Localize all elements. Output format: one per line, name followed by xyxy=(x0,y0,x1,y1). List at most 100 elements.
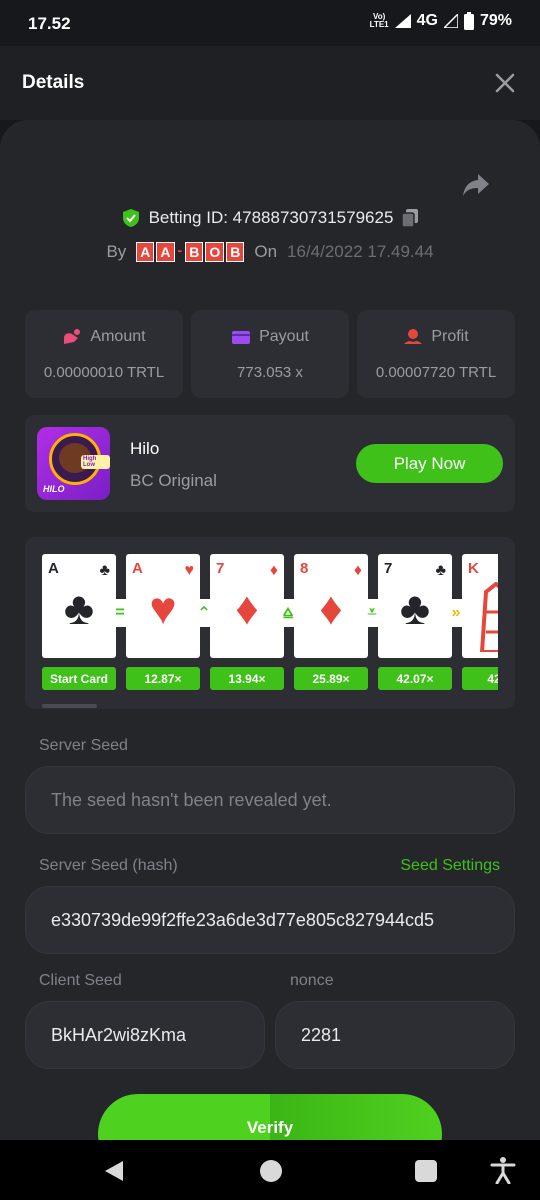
card-suit-large: ♣ xyxy=(63,582,95,634)
bet-date: 16/4/2022 17.49.44 xyxy=(287,242,434,261)
username-letter: O xyxy=(205,242,225,262)
status-bar: 17.52 Vo) LTE1 4G 79% xyxy=(0,0,540,46)
accessibility-icon[interactable] xyxy=(490,1156,516,1184)
server-seed-field: The seed hasn't been revealed yet. xyxy=(25,766,515,834)
card-suit-small: ♣ xyxy=(435,562,447,579)
card-suit-small: ♦ xyxy=(353,562,362,579)
verify-button[interactable]: Verify xyxy=(98,1094,442,1140)
by-label: By xyxy=(106,242,127,261)
card-suit-large: ♥ xyxy=(149,582,177,634)
profit-icon xyxy=(404,329,423,344)
close-icon[interactable] xyxy=(494,72,516,94)
betting-id: Betting ID: 47888730731579625 xyxy=(148,208,394,227)
username-letter: - xyxy=(177,242,183,258)
username-letter: B xyxy=(185,242,204,262)
multiplier-badge: 13.94× xyxy=(210,667,284,690)
bettor-row: By A A - B O B On 16/4/2022 17.49.44 xyxy=(0,242,540,262)
card-suit-small: ♦ xyxy=(269,562,278,579)
share-icon[interactable] xyxy=(462,172,490,198)
client-seed-label: Client Seed xyxy=(39,972,122,989)
stat-amount-label-row: Amount xyxy=(25,328,183,346)
stat-value: 0.00007720 TRTL xyxy=(375,364,497,381)
nonce-label: nonce xyxy=(290,972,334,989)
card-rank: 7 xyxy=(216,560,225,577)
card-rank: 8 xyxy=(300,560,309,577)
system-nav-bar xyxy=(0,1140,540,1200)
details-header: Details xyxy=(0,46,540,120)
multiplier-badge: Start Card xyxy=(42,667,116,690)
scroll-indicator[interactable] xyxy=(42,704,97,708)
card-history-panel: A ♣ ♣ Start Card = A ♥ ♥ 12.87× ⌃ 7 ♦ ♦ xyxy=(25,537,515,709)
volte-icon: Vo) LTE1 xyxy=(369,12,389,29)
signal-icon xyxy=(394,14,411,28)
card-suit-large: ♦ xyxy=(319,582,343,634)
server-seed-hash-label: Server Seed (hash) xyxy=(39,857,178,874)
stat-payout-label-row: Payout xyxy=(191,328,349,346)
server-seed-hash-field[interactable]: e330739de99f2ffe23a6de3d77e805c827944cd5 xyxy=(25,886,515,954)
playing-card: 8 ♦ ♦ xyxy=(294,554,368,658)
details-panel: Betting ID: 47888730731579625 By A A - B… xyxy=(0,120,540,1140)
card-strip[interactable]: A ♣ ♣ Start Card = A ♥ ♥ 12.87× ⌃ 7 ♦ ♦ xyxy=(42,554,498,694)
play-now-button[interactable]: Play Now xyxy=(356,444,503,483)
card-suit-large: ♦ xyxy=(235,582,259,634)
card-suit-small: ♣ xyxy=(99,562,111,579)
username-letter: A xyxy=(136,242,155,262)
stat-label: Payout xyxy=(259,328,309,345)
home-icon[interactable] xyxy=(260,1160,282,1182)
network-type: 4G xyxy=(416,12,438,29)
stat-value: 0.00000010 TRTL xyxy=(43,364,165,381)
stat-payout: Payout 773.053 x xyxy=(191,310,349,398)
battery-percent: 79% xyxy=(479,12,512,29)
playing-card: 7 ♣ ♣ xyxy=(378,554,452,658)
back-icon[interactable] xyxy=(103,1160,125,1182)
card-rank: A xyxy=(48,560,59,577)
stat-profit: Profit 0.00007720 TRTL xyxy=(357,310,515,398)
username-link[interactable]: A A - B O B xyxy=(136,242,245,262)
multiplier-badge: 42.0 xyxy=(462,667,498,690)
card-rank: 7 xyxy=(384,560,393,577)
playing-card: 7 ♦ ♦ xyxy=(210,554,284,658)
card-rank: A xyxy=(132,560,143,577)
multiplier-badge: 42.07× xyxy=(378,667,452,690)
hilo-game-thumbnail[interactable]: High Low HILO xyxy=(37,427,110,500)
status-time: 17.52 xyxy=(28,14,71,33)
multiplier-badge: 25.89× xyxy=(294,667,368,690)
playing-card: A ♣ ♣ xyxy=(42,554,116,658)
game-card: High Low HILO Hilo BC Original Play Now xyxy=(25,415,515,512)
king-figure-icon xyxy=(479,582,498,652)
playing-card: K xyxy=(462,554,498,658)
wallet-icon xyxy=(232,331,251,344)
multiplier-badge: 12.87× xyxy=(126,667,200,690)
card-suit-small: ♥ xyxy=(184,562,195,579)
thumb-label: HILO xyxy=(43,484,65,494)
thumb-badge: High Low xyxy=(81,455,110,469)
on-label: On xyxy=(254,242,278,261)
details-sheet: Betting ID: 47888730731579625 By A A - B… xyxy=(0,120,540,1140)
bet-stats: Amount 0.00000010 TRTL Payout 773.053 x … xyxy=(25,310,515,398)
stat-value: 773.053 x xyxy=(237,364,303,381)
game-name: Hilo xyxy=(130,439,160,458)
server-seed-label: Server Seed xyxy=(39,737,128,754)
shield-check-icon xyxy=(122,209,139,227)
seed-settings-link[interactable]: Seed Settings xyxy=(400,857,500,875)
card-rank: K xyxy=(468,560,479,577)
stat-label: Profit xyxy=(431,328,469,345)
page-title: Details xyxy=(22,72,85,93)
betting-id-row: Betting ID: 47888730731579625 xyxy=(0,208,540,228)
stat-amount: Amount 0.00000010 TRTL xyxy=(25,310,183,398)
playing-card: A ♥ ♥ xyxy=(126,554,200,658)
signal-icon-2 xyxy=(443,14,458,28)
username-letter: A xyxy=(156,242,175,262)
username-letter: B xyxy=(226,242,245,262)
card-suit-large: ♣ xyxy=(399,582,431,634)
battery-icon xyxy=(463,12,474,30)
recent-apps-icon[interactable] xyxy=(415,1160,437,1182)
nonce-field[interactable]: 2281 xyxy=(275,1001,515,1069)
status-icons: Vo) LTE1 4G 79% xyxy=(370,12,512,30)
client-seed-field[interactable]: BkHAr2wi8zKma xyxy=(25,1001,265,1069)
copy-icon[interactable] xyxy=(401,208,419,228)
amount-icon xyxy=(64,329,81,344)
game-subtitle: BC Original xyxy=(130,471,217,490)
stat-label: Amount xyxy=(90,328,146,345)
stat-profit-label-row: Profit xyxy=(357,328,515,346)
